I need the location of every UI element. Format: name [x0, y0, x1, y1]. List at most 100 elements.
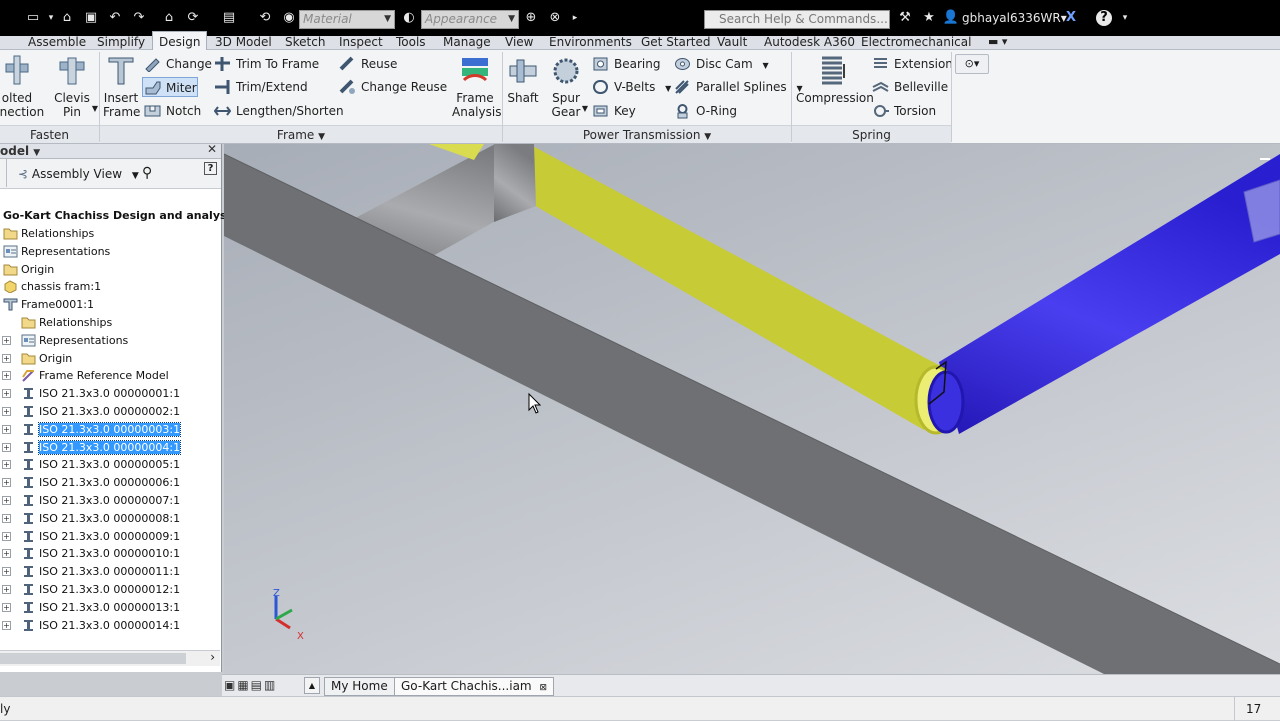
tree-expander-plus-icon[interactable]: +	[2, 602, 11, 612]
tree-item[interactable]: ISO 21.3x3.0 00000002:1	[21, 403, 180, 420]
long-tube-gray[interactable]	[224, 154, 1280, 674]
horizontal-scrollbar[interactable]: ›	[0, 650, 220, 666]
tab-my-home[interactable]: My Home	[324, 677, 395, 696]
tree-item[interactable]: Origin	[21, 350, 72, 367]
compression-button[interactable]: Compression	[796, 54, 874, 105]
tree-item[interactable]: Relationships	[21, 314, 112, 331]
assembly-view-dropdown[interactable]: ⊰ Assembly View ▼	[18, 167, 139, 181]
tree-item[interactable]: ISO 21.3x3.0 00000013:1	[21, 599, 180, 616]
exchange-apps-icon[interactable]: X	[1062, 9, 1080, 27]
tree-item[interactable]: ISO 21.3x3.0 00000004:1	[21, 439, 182, 456]
tab-electromechanical[interactable]: Electromechanical	[861, 32, 971, 52]
panel-label-frame[interactable]: Frame ▼	[100, 125, 502, 143]
tree-item[interactable]: ISO 21.3x3.0 00000007:1	[21, 492, 180, 509]
ribbon-options-icon[interactable]: ▬ ▾	[988, 32, 1007, 52]
tab-manage[interactable]: Manage	[443, 32, 491, 52]
spur-gear-button[interactable]: Spur Gear ▼	[548, 54, 588, 119]
tree-item[interactable]: ISO 21.3x3.0 00000011:1	[21, 563, 180, 580]
search-help-input[interactable]: Search Help & Commands...	[704, 10, 890, 29]
comm-center-icon[interactable]: ⚒	[896, 9, 914, 27]
clevis-pin-button[interactable]: Clevis Pin ▼	[52, 54, 98, 119]
tree-item[interactable]: chassis fram:1	[3, 278, 101, 295]
tree-item[interactable]: Representations	[3, 243, 110, 260]
tree-expander-plus-icon[interactable]: +	[2, 585, 11, 594]
user-icon[interactable]: 👤	[942, 9, 960, 27]
disc-cam-button[interactable]: Disc Cam ▼	[674, 54, 769, 74]
tree-expander-plus-icon[interactable]: +	[2, 567, 11, 577]
tab-get-started[interactable]: Get Started	[641, 32, 711, 52]
change-button[interactable]: Change	[144, 54, 212, 74]
adjust-icon[interactable]: ⊗	[546, 9, 564, 27]
help-icon[interactable]: ?	[1096, 10, 1112, 26]
tab-sketch[interactable]: Sketch	[285, 32, 325, 52]
tab-environments[interactable]: Environments	[549, 32, 632, 52]
tree-item[interactable]: ISO 21.3x3.0 00000006:1	[21, 474, 180, 491]
tree-item[interactable]: ISO 21.3x3.0 00000012:1	[21, 581, 180, 598]
tree-item[interactable]: Origin	[3, 261, 54, 278]
tree-item[interactable]: Frame Reference Model	[21, 367, 169, 384]
extension-button[interactable]: Extension	[872, 54, 953, 74]
miter-button[interactable]: Miter	[142, 77, 198, 97]
scrollbar-thumb[interactable]	[0, 653, 186, 664]
home-view-icon[interactable]: ⌂	[160, 9, 178, 27]
open-icon[interactable]: ⌂	[58, 9, 76, 27]
tree-expander-plus-icon[interactable]: +	[2, 389, 11, 399]
panel-dropdown-button[interactable]: ⊙▾	[955, 54, 989, 74]
reuse-button[interactable]: Reuse	[339, 54, 397, 74]
tree-expander-plus-icon[interactable]: +	[2, 353, 11, 363]
torsion-button[interactable]: Torsion	[872, 101, 936, 121]
navigation-bar-marker[interactable]	[1260, 158, 1270, 160]
tab-simplify[interactable]: Simplify	[97, 32, 145, 52]
tab-autodesk-a360[interactable]: Autodesk A360	[764, 32, 855, 52]
tab-3d-model[interactable]: 3D Model	[215, 32, 272, 52]
insert-frame-button[interactable]: Insert Frame	[103, 54, 140, 119]
parallel-splines-button[interactable]: Parallel Splines ▼	[674, 77, 803, 97]
new-file-icon[interactable]: ▭	[24, 9, 42, 27]
tree-expander-plus-icon[interactable]: +	[2, 513, 11, 523]
clear-appearance-icon[interactable]: ⊕	[522, 9, 540, 27]
tab-view[interactable]: View	[505, 32, 533, 52]
update-icon[interactable]: ⟳	[184, 9, 202, 27]
close-icon[interactable]: ⊠	[539, 683, 547, 693]
appearance-combo[interactable]: Appearance ▼	[421, 10, 519, 29]
bolted-connection-button[interactable]: oltednnection	[0, 54, 44, 119]
notch-button[interactable]: Notch	[144, 101, 201, 121]
belleville-button[interactable]: Belleville	[872, 77, 948, 97]
tree-expander-plus-icon[interactable]: +	[2, 371, 11, 381]
select-filter-icon[interactable]: ▤	[220, 9, 238, 27]
tree-expander-plus-icon[interactable]: +	[2, 335, 11, 345]
save-icon[interactable]: ▣	[82, 9, 100, 27]
trim-to-frame-button[interactable]: Trim To Frame	[214, 54, 319, 74]
tab-design[interactable]: Design	[152, 31, 208, 51]
qat-customize-icon[interactable]: ▸	[566, 9, 584, 27]
frame-analysis-button[interactable]: Frame Analysis	[452, 54, 501, 119]
blue-tube-end-cap[interactable]	[927, 370, 965, 434]
tree-expander-plus-icon[interactable]: +	[2, 407, 11, 416]
tab-vault[interactable]: Vault	[717, 32, 747, 52]
tree-expander-plus-icon[interactable]: +	[2, 531, 11, 541]
tree-item[interactable]: Representations	[21, 332, 128, 349]
blue-tube[interactable]	[939, 154, 1280, 434]
tree-item[interactable]: ISO 21.3x3.0 00000005:1	[21, 456, 180, 473]
tree-item[interactable]: Relationships	[3, 225, 94, 242]
tab-inspect[interactable]: Inspect	[339, 32, 383, 52]
model-canvas[interactable]: Z X	[224, 144, 1280, 674]
graphics-viewport[interactable]: Z X	[224, 144, 1280, 674]
find-binoculars-icon[interactable]: ⚲	[142, 165, 152, 181]
measure-icon[interactable]: ⟲	[256, 9, 274, 27]
tile-layout-icons[interactable]: ▣▦▤▥	[224, 678, 277, 692]
tree-item[interactable]: ISO 21.3x3.0 00000014:1	[21, 617, 180, 634]
tree-expander-plus-icon[interactable]: +	[2, 496, 11, 505]
close-icon[interactable]: ✕	[207, 142, 217, 156]
favorites-star-icon[interactable]: ★	[920, 9, 938, 27]
tree-item[interactable]: ISO 21.3x3.0 00000010:1	[21, 545, 180, 562]
shaft-button[interactable]: Shaft	[506, 54, 540, 105]
tree-expander-plus-icon[interactable]: +	[2, 424, 11, 434]
chevron-right-icon[interactable]: ›	[210, 650, 215, 664]
tree-expander-plus-icon[interactable]: +	[2, 442, 11, 452]
tree-item[interactable]: ISO 21.3x3.0 00000009:1	[21, 528, 180, 545]
tree-item[interactable]: ISO 21.3x3.0 00000003:1	[21, 421, 182, 438]
tree-item[interactable]: ISO 21.3x3.0 00000001:1	[21, 385, 180, 402]
bearing-button[interactable]: Bearing	[592, 54, 660, 74]
redo-icon[interactable]: ↷	[130, 9, 148, 27]
